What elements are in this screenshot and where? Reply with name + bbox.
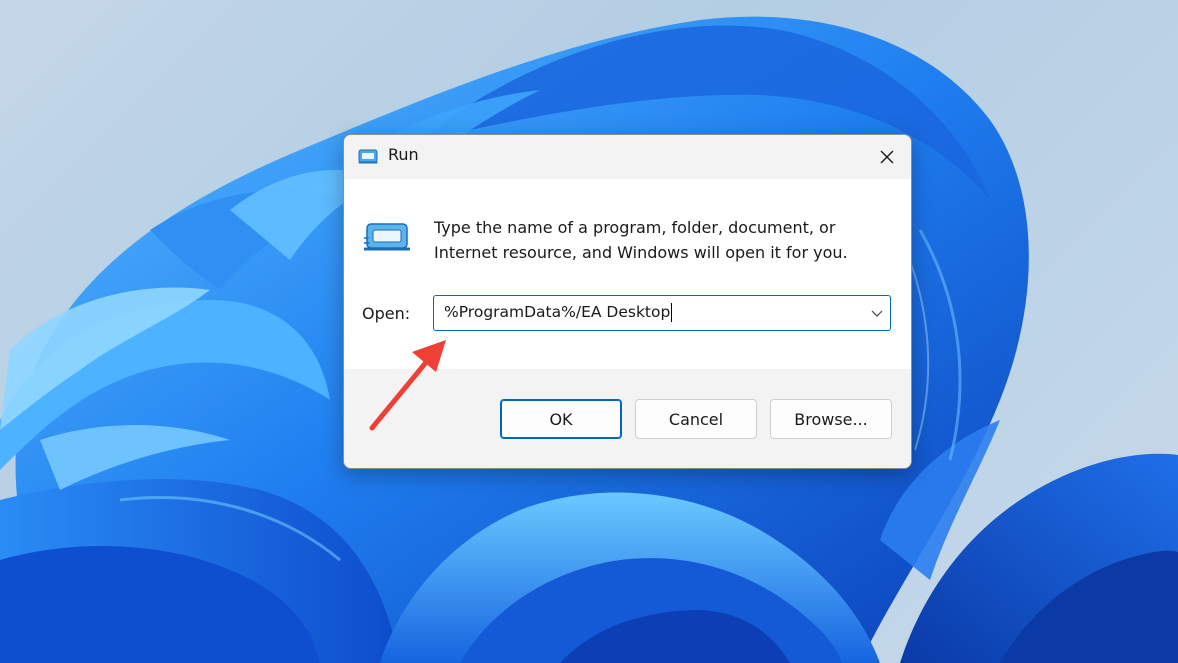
run-icon <box>364 223 410 251</box>
open-label: Open: <box>362 304 411 323</box>
open-combobox[interactable]: %ProgramData%/EA Desktop <box>433 295 891 331</box>
run-icon <box>358 149 378 164</box>
browse-button[interactable]: Browse... <box>770 399 892 439</box>
close-button[interactable] <box>867 137 907 177</box>
chevron-down-icon[interactable] <box>870 306 884 320</box>
text-caret <box>671 303 673 322</box>
cancel-button[interactable]: Cancel <box>635 399 757 439</box>
dialog-description: Type the name of a program, folder, docu… <box>434 218 848 262</box>
window-title: Run <box>388 145 419 164</box>
red-arrow-annotation <box>369 340 446 431</box>
close-icon <box>880 150 894 164</box>
ok-button[interactable]: OK <box>500 399 622 439</box>
title-bar[interactable]: Run <box>344 135 911 179</box>
open-input[interactable]: %ProgramData%/EA Desktop <box>444 303 854 323</box>
open-input-text: %ProgramData%/EA Desktop <box>444 303 671 321</box>
desktop: Run Type the name of a program, folder, … <box>0 0 1178 663</box>
